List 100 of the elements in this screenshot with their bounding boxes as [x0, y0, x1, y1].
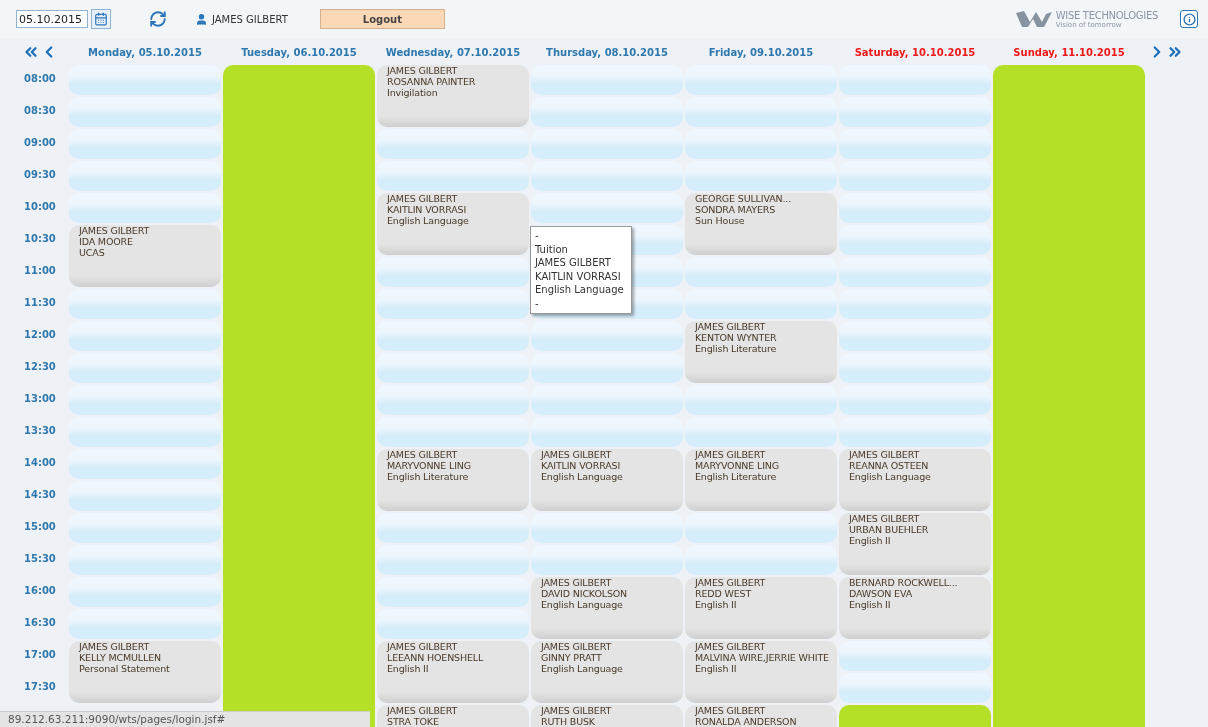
event-text: English II [849, 599, 892, 610]
user-name: JAMES GILBERT [212, 13, 288, 25]
event-card[interactable]: JAMES GILBERT KENTON WYNTER English Literature [685, 321, 837, 383]
event-text: IDA MOORE [79, 236, 134, 247]
event-text: JAMES GILBERT [849, 449, 921, 460]
time-label: 08:30 [23, 104, 57, 118]
event-text: English Literature [695, 343, 778, 354]
event-text: English II [387, 663, 430, 674]
event-text: JAMES GILBERT [387, 449, 459, 460]
status-bar: 89.212.63.211:9090/wts/pages/login.jsf# [0, 711, 370, 727]
event-text: JAMES GILBERT [695, 449, 767, 460]
calendar-button[interactable] [91, 9, 111, 29]
event-card[interactable]: JAMES GILBERT KAITLIN VORRASI English Language [531, 449, 683, 511]
day-header: Wednesday, 07.10.2015 [384, 46, 522, 58]
event-text: English Language [541, 599, 624, 610]
time-label: 11:30 [23, 296, 57, 310]
event-text: MARYVONNE LING [695, 460, 780, 471]
logout-button[interactable]: Logout [319, 9, 445, 29]
event-card[interactable]: JAMES GILBERT KAITLIN VORRASI English Language [377, 193, 529, 255]
event-text: MARYVONNE LING [387, 460, 472, 471]
time-label: 16:30 [23, 616, 57, 630]
event-card[interactable]: JAMES GILBERT REDD WEST English II [685, 577, 837, 639]
event-card[interactable]: JAMES GILBERT MARYVONNE LING English Literature [377, 449, 529, 511]
time-label: 09:30 [23, 168, 57, 182]
event-text: JAMES GILBERT [387, 193, 459, 204]
tooltip-text: Tuition [535, 242, 569, 256]
day-header: Sunday, 11.10.2015 [1012, 46, 1126, 58]
event-text: REANNA OSTEEN [849, 460, 930, 471]
event-text: RUTH BUSK [541, 716, 596, 727]
event-card[interactable]: JAMES GILBERT DAVID NICKOLSON English Language [531, 577, 683, 639]
event-text: JAMES GILBERT [695, 641, 767, 652]
event-card[interactable]: BERNARD ROCKWELL... DAWSON EVA English II [839, 577, 991, 639]
time-label: 14:00 [23, 456, 57, 470]
time-label: 17:00 [23, 648, 57, 662]
event-text: JAMES GILBERT [387, 641, 459, 652]
event-text: JAMES GILBERT [695, 705, 767, 716]
time-label: 08:00 [23, 72, 57, 86]
tooltip-text: - [535, 229, 540, 243]
event-card[interactable]: JAMES GILBERT URBAN BUEHLER English II [839, 513, 991, 575]
event-text: English II [695, 663, 738, 674]
event-text: REDD WEST [695, 588, 753, 599]
event-text: English II [849, 535, 892, 546]
event-text: DAVID NICKOLSON [541, 588, 629, 599]
event-text: JAMES GILBERT [541, 705, 613, 716]
event-text: MALVINA WIRE,JERRIE WHITE [695, 652, 830, 663]
event-text: KAITLIN VORRASI [541, 460, 622, 471]
time-label: 11:00 [23, 264, 57, 278]
event-text: SONDRA MAYERS [695, 204, 777, 215]
event-text: RONALDA ANDERSON [695, 716, 798, 727]
date-field[interactable]: 05.10.2015 [16, 10, 88, 28]
tooltip-text: JAMES GILBERT [535, 256, 612, 270]
event-card[interactable]: JAMES GILBERT RUTH BUSK [531, 705, 683, 727]
event-card[interactable]: JAMES GILBERT LEEANN HOENSHELL English II [377, 641, 529, 703]
event-card[interactable]: JAMES GILBERT IDA MOORE UCAS [69, 225, 221, 287]
event-text: JAMES GILBERT [695, 577, 767, 588]
event-card[interactable]: GEORGE SULLIVAN... SONDRA MAYERS Sun House [685, 193, 837, 255]
time-label: 13:30 [23, 424, 57, 438]
event-text: Sun House [695, 215, 746, 226]
event-text: JAMES GILBERT [849, 513, 921, 524]
event-text: JAMES GILBERT [387, 65, 459, 76]
event-card[interactable]: JAMES GILBERT KELLY MCMULLEN Personal Statement [69, 641, 221, 703]
user-icon [195, 12, 208, 26]
event-text: LEEANN HOENSHELL [387, 652, 485, 663]
event-text: JAMES GILBERT [541, 449, 613, 460]
event-text: JAMES GILBERT [695, 321, 767, 332]
day-header: Thursday, 08.10.2015 [545, 46, 669, 58]
event-card[interactable]: JAMES GILBERT RONALDA ANDERSON [685, 705, 837, 727]
event-card[interactable]: JAMES GILBERT GINNY PRATT English Language [531, 641, 683, 703]
logo-name: WISE TECHNOLOGIES [1055, 9, 1158, 21]
time-label: 14:30 [23, 488, 57, 502]
event-text: URBAN BUEHLER [849, 524, 930, 535]
event-text: English Literature [695, 471, 778, 482]
event-text: English Language [387, 215, 470, 226]
event-card[interactable]: JAMES GILBERT MALVINA WIRE,JERRIE WHITE English II [685, 641, 837, 703]
time-label: 12:00 [23, 328, 57, 342]
event-text: Personal Statement [79, 663, 171, 674]
event-text: English Language [541, 663, 624, 674]
event-text: STRA TOKE [387, 716, 440, 727]
event-text: KAITLIN VORRASI [387, 204, 468, 215]
event-text: GINNY PRATT [541, 652, 603, 663]
event-card[interactable]: JAMES GILBERT STRA TOKE [377, 705, 529, 727]
time-label: 10:30 [23, 232, 57, 246]
event-text: KENTON WYNTER [695, 332, 778, 343]
time-label: 12:30 [23, 360, 57, 374]
event-text: GEORGE SULLIVAN... [695, 193, 793, 204]
time-label: 13:00 [23, 392, 57, 406]
event-text: UCAS [79, 247, 106, 258]
tooltip-text: KAITLIN VORRASI [535, 269, 622, 283]
event-text: English Language [541, 471, 624, 482]
day-header: Tuesday, 06.10.2015 [240, 46, 358, 58]
logo-icon [1015, 10, 1052, 28]
time-label: 16:00 [23, 584, 57, 598]
event-card[interactable]: JAMES GILBERT REANNA OSTEEN English Language [839, 449, 991, 511]
time-label: 15:30 [23, 552, 57, 566]
info-button[interactable] [1180, 10, 1198, 28]
event-text: DAWSON EVA [849, 588, 914, 599]
event-card[interactable]: JAMES GILBERT ROSANNA PAINTER Invigilation [377, 65, 529, 127]
refresh-icon[interactable] [149, 10, 167, 28]
day-header: Saturday, 10.10.2015 [853, 46, 977, 58]
event-card[interactable]: JAMES GILBERT MARYVONNE LING English Literature [685, 449, 837, 511]
